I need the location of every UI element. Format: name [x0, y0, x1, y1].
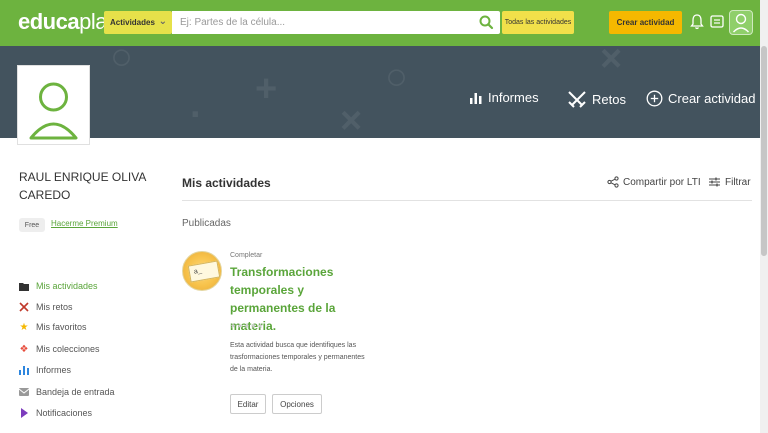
banner-nav-crear-actividad[interactable]: Crear actividad — [646, 90, 755, 107]
bell-icon[interactable] — [689, 13, 705, 31]
decor-dot-icon: · — [190, 94, 203, 136]
activity-type: Completar — [230, 252, 263, 259]
banner-nav-informes[interactable]: Informes — [469, 90, 539, 105]
scrollbar-thumb[interactable] — [761, 46, 767, 256]
search-input[interactable]: Ej: Partes de la célula... — [172, 11, 500, 34]
collection-icon: ❖ — [19, 343, 29, 355]
sidebar-item-mis-favoritos[interactable]: ★ Mis favoritos — [19, 321, 87, 333]
create-activity-button[interactable]: Crear actividad — [609, 11, 682, 34]
decor-plus-icon: + — [255, 68, 278, 110]
all-activities-button[interactable]: Todas las actividades — [502, 11, 574, 34]
decor-x-icon: × — [600, 46, 623, 80]
star-icon: ★ — [19, 321, 29, 333]
sidebar-item-notificaciones[interactable]: Notificaciones — [19, 408, 92, 418]
top-bar: educaplay Actividades ⌄ Ej: Partes de la… — [0, 0, 760, 46]
chevron-down-icon: ⌄ — [158, 16, 167, 27]
user-icon — [732, 13, 750, 33]
plan-badge: Free — [19, 218, 45, 232]
edit-button[interactable]: Editar — [230, 394, 266, 414]
go-premium-link[interactable]: Hacerme Premium — [51, 219, 118, 228]
filter-sliders-icon — [709, 177, 720, 187]
decor-circle-icon: ○ — [110, 46, 133, 78]
educaplay-logo[interactable]: educaplay — [18, 9, 118, 35]
sidebar-item-mis-colecciones[interactable]: ❖ Mis colecciones — [19, 343, 100, 355]
bar-chart-icon — [19, 365, 29, 375]
messages-icon[interactable] — [709, 13, 725, 31]
plus-circle-icon — [646, 90, 663, 107]
sidebar-item-informes[interactable]: Informes — [19, 365, 71, 375]
page-title: Mis actividades — [182, 176, 271, 190]
options-button[interactable]: Opciones — [272, 394, 322, 414]
user-name: RAUL ENRIQUE OLIVA CAREDO — [19, 170, 146, 202]
inbox-icon — [19, 387, 29, 397]
decor-circle-icon: ○ — [385, 56, 408, 98]
banner-nav-retos[interactable]: Retos — [567, 90, 626, 108]
share-icon — [607, 176, 619, 188]
filter-button[interactable]: Filtrar — [708, 176, 751, 188]
bell-icon — [19, 408, 29, 418]
swords-icon — [19, 302, 29, 312]
user-icon — [29, 82, 78, 140]
activity-description: Esta actividad busca que identifiques la… — [230, 342, 365, 373]
profile-avatar[interactable] — [17, 65, 90, 145]
user-avatar-button[interactable] — [729, 10, 753, 35]
folder-icon — [19, 281, 29, 291]
swords-icon — [568, 91, 586, 108]
tab-publicadas[interactable]: Publicadas — [182, 218, 231, 229]
activity-thumbnail[interactable]: a_ — [182, 251, 222, 291]
sidebar-item-bandeja-de-entrada[interactable]: Bandeja de entrada — [19, 387, 115, 397]
activity-thumbnail-paper: a_ — [187, 260, 221, 283]
decor-x-icon: × — [340, 100, 363, 138]
activity-rating-stars: ★★★★★ — [230, 323, 264, 330]
search-icon[interactable] — [478, 14, 494, 30]
bar-chart-icon — [470, 92, 482, 104]
section-divider — [182, 200, 752, 201]
share-lti-button[interactable]: Compartir por LTI — [607, 176, 701, 188]
activities-dropdown[interactable]: Actividades ⌄ — [104, 11, 172, 34]
sidebar-item-mis-retos[interactable]: Mis retos — [19, 302, 73, 312]
sidebar-item-mis-actividades[interactable]: Mis actividades — [19, 281, 98, 291]
